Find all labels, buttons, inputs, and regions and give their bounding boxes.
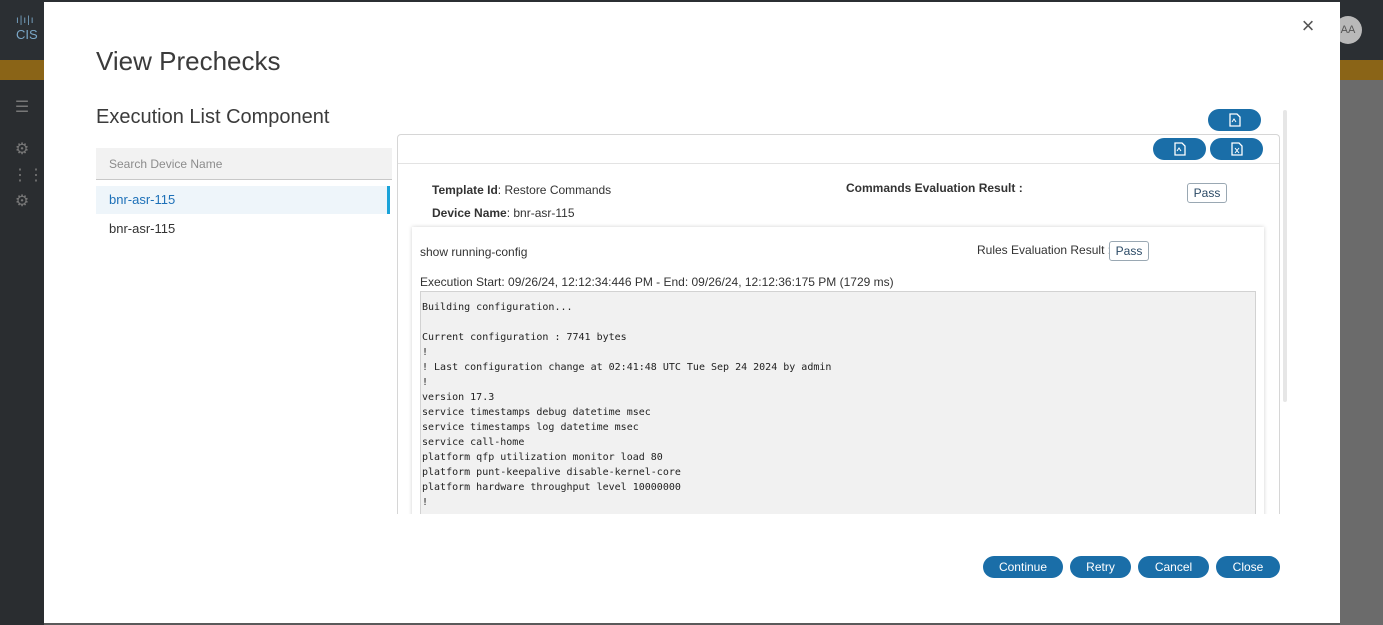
export-excel-button[interactable] xyxy=(1210,138,1263,160)
close-button[interactable]: Close xyxy=(1216,556,1280,578)
background-sidebar: ☰ ⚙ ⋮⋮ ⚙ xyxy=(0,80,44,625)
device-name-row: Device Name: bnr-asr-115 xyxy=(432,204,575,222)
command-result-card: show running-config Rules Evaluation Res… xyxy=(412,227,1264,514)
gear-icon: ⚙ xyxy=(14,193,30,210)
output-line: ! xyxy=(422,377,429,388)
export-pdf-button[interactable] xyxy=(1153,138,1206,160)
output-line: version 17.3 xyxy=(422,392,495,403)
pdf-export-icon xyxy=(1173,142,1186,156)
output-line: ! xyxy=(422,347,429,358)
output-line: platform qfp utilization monitor load 80 xyxy=(422,452,663,463)
output-line: Building configuration... xyxy=(422,302,573,313)
rules-eval-status-badge: Pass xyxy=(1109,241,1149,261)
gear-icon: ⚙ xyxy=(14,141,30,158)
execution-result-panel: Template Id: Restore Commands Device Nam… xyxy=(397,134,1280,514)
command-output[interactable]: Building configuration... Current config… xyxy=(420,291,1256,514)
export-pdf-button[interactable] xyxy=(1208,109,1261,131)
rules-eval-label: Rules Evaluation Result : xyxy=(977,243,1112,257)
cisco-logo: ı|ı|ı CIS xyxy=(16,15,38,42)
excel-export-icon xyxy=(1230,142,1243,156)
output-line: Current configuration : 7741 bytes xyxy=(422,332,627,343)
cancel-button[interactable]: Cancel xyxy=(1138,556,1209,578)
device-list-item[interactable]: bnr-asr-115 xyxy=(96,215,390,243)
retry-button[interactable]: Retry xyxy=(1070,556,1131,578)
view-prechecks-modal: × View Prechecks Execution List Componen… xyxy=(44,2,1340,623)
output-line: ! Last configuration change at 02:41:48 … xyxy=(422,362,832,373)
output-line: ! xyxy=(422,497,429,508)
panel-divider xyxy=(398,163,1279,164)
template-id-value: : Restore Commands xyxy=(497,183,612,197)
output-line: platform punt-keepalive disable-kernel-c… xyxy=(422,467,681,478)
output-line: service timestamps debug datetime msec xyxy=(422,407,651,418)
device-name-label: Device Name xyxy=(432,206,507,220)
search-device-input[interactable] xyxy=(96,148,392,180)
modal-title: View Prechecks xyxy=(96,46,281,76)
output-line: service call-home xyxy=(422,437,525,448)
commands-eval-status-badge: Pass xyxy=(1187,183,1227,203)
template-id-row: Template Id: Restore Commands xyxy=(432,181,611,199)
background-content xyxy=(1340,80,1383,625)
section-title: Execution List Component xyxy=(96,106,330,128)
close-icon[interactable]: × xyxy=(1296,14,1320,38)
grid-icon: ⋮⋮ xyxy=(12,167,44,184)
template-id-label: Template Id xyxy=(432,183,498,197)
command-name: show running-config xyxy=(420,245,528,259)
device-name-value: : bnr-asr-115 xyxy=(506,206,575,220)
scrollbar[interactable] xyxy=(1283,110,1287,402)
continue-button[interactable]: Continue xyxy=(983,556,1063,578)
output-line: platform hardware throughput level 10000… xyxy=(422,482,681,493)
pdf-export-icon xyxy=(1228,113,1241,127)
execution-time: Execution Start: 09/26/24, 12:12:34:446 … xyxy=(420,275,894,289)
output-line: service timestamps log datetime msec xyxy=(422,422,639,433)
device-list-item[interactable]: bnr-asr-115 xyxy=(96,186,390,214)
commands-eval-label: Commands Evaluation Result : xyxy=(846,181,1023,195)
menu-icon: ☰ xyxy=(14,99,30,116)
